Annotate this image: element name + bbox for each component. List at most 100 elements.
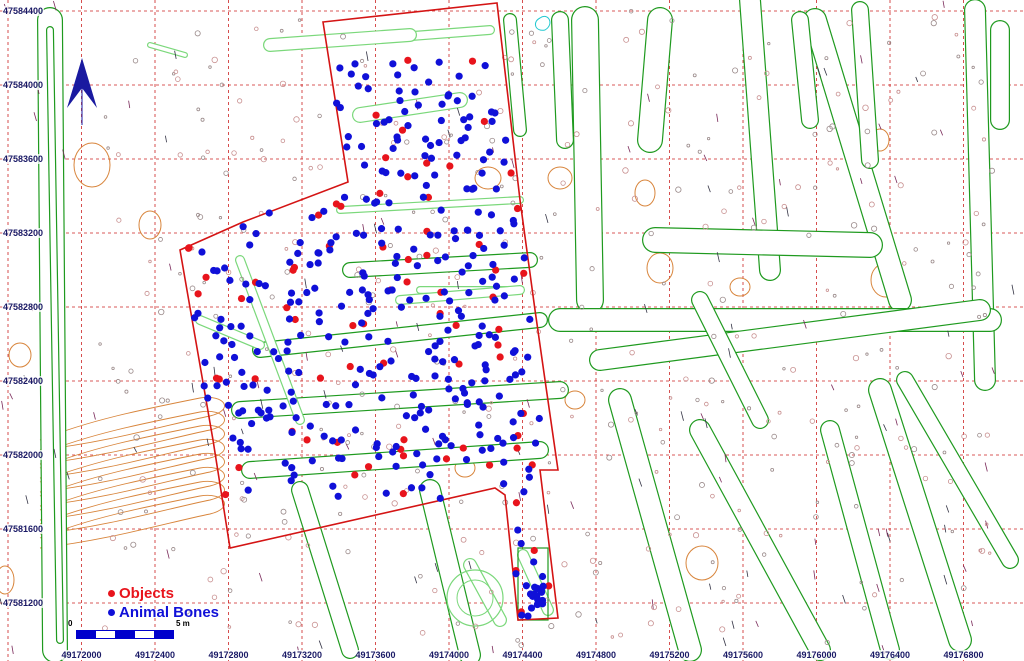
object-point bbox=[332, 200, 341, 208]
y-tick-label: 47583600 bbox=[2, 154, 45, 164]
animal-bone-point bbox=[191, 314, 199, 322]
object-point bbox=[404, 255, 412, 264]
animal-bone-point bbox=[502, 136, 510, 144]
animal-bone-point bbox=[468, 92, 476, 100]
animal-bone-point bbox=[222, 378, 230, 386]
x-tick-label: 49172800 bbox=[208, 650, 249, 660]
animal-bone-point bbox=[485, 331, 493, 339]
animal-bone-point bbox=[375, 452, 383, 461]
animal-bone-point bbox=[198, 248, 206, 256]
animal-bone-point bbox=[254, 406, 262, 414]
animal-bone-point bbox=[438, 100, 446, 108]
animal-bone-point bbox=[500, 241, 508, 249]
animal-bone-point bbox=[265, 209, 273, 217]
animal-bone-point bbox=[530, 558, 538, 566]
animal-bone-point bbox=[457, 137, 465, 145]
animal-bone-point bbox=[246, 296, 254, 304]
animal-bone-point bbox=[346, 288, 354, 296]
animal-bone-point bbox=[404, 122, 412, 130]
animal-bone-point bbox=[435, 440, 443, 448]
animal-bone-point bbox=[402, 412, 410, 420]
animal-bone-point bbox=[525, 473, 533, 481]
excavation-map: 47584400 47584000 47583600 47583200 47582800… bbox=[0, 0, 1024, 661]
animal-bone-point bbox=[397, 169, 405, 177]
object-point bbox=[194, 290, 202, 298]
animal-bone-point bbox=[378, 239, 386, 247]
animal-bone-point bbox=[500, 292, 508, 300]
animal-bone-point bbox=[518, 611, 526, 619]
object-point bbox=[235, 463, 243, 472]
animal-bone-point bbox=[393, 252, 401, 261]
animal-bone-point bbox=[492, 282, 501, 290]
animal-bone-point bbox=[389, 144, 397, 153]
animal-bone-point bbox=[494, 434, 502, 443]
animal-bone-point bbox=[475, 231, 484, 239]
y-tick-label: 47581200 bbox=[2, 598, 45, 608]
animal-bone-point bbox=[416, 409, 424, 417]
legend: Objects Animal Bones bbox=[108, 584, 219, 622]
y-tick-label: 47582000 bbox=[2, 450, 45, 460]
animal-bone-point bbox=[387, 357, 395, 365]
animal-bone-point bbox=[217, 315, 225, 323]
animal-bone-point bbox=[236, 438, 244, 447]
animal-bone-point bbox=[244, 445, 252, 453]
animal-bone-point bbox=[509, 434, 518, 442]
animal-bone-point bbox=[419, 461, 427, 469]
animal-bone-point bbox=[373, 440, 381, 448]
animal-bone-point bbox=[332, 402, 340, 410]
animal-bone-point bbox=[213, 382, 221, 390]
animal-bone-point bbox=[297, 331, 305, 339]
animal-bone-point bbox=[450, 356, 459, 364]
animal-bone-point bbox=[425, 78, 433, 86]
animal-bone-point bbox=[426, 231, 434, 239]
animal-bone-point bbox=[421, 152, 429, 160]
animal-bone-point bbox=[488, 273, 496, 281]
animal-bone-point bbox=[487, 108, 496, 116]
animal-bone-point bbox=[229, 434, 237, 442]
object-point bbox=[372, 111, 380, 119]
object-point bbox=[507, 169, 515, 177]
animal-bone-point bbox=[384, 337, 392, 345]
trench-band-fill bbox=[638, 8, 672, 152]
animal-bone-point bbox=[514, 526, 522, 534]
animal-bone-point bbox=[364, 309, 372, 317]
object-point bbox=[485, 461, 494, 469]
animal-bone-point bbox=[351, 426, 360, 434]
animal-bone-point bbox=[345, 401, 353, 409]
animal-bone-point bbox=[261, 282, 269, 290]
x-tick-label: 49176400 bbox=[869, 650, 911, 660]
animal-bone-point bbox=[311, 284, 319, 292]
animal-bone-point bbox=[500, 480, 508, 488]
animal-bone-point bbox=[389, 60, 397, 68]
animal-bone-point bbox=[431, 171, 439, 179]
object-point bbox=[212, 374, 221, 382]
animal-bone-point bbox=[463, 399, 471, 407]
scale-start-label: 0 bbox=[68, 619, 73, 628]
animal-bone-point bbox=[506, 375, 514, 383]
animal-bone-point bbox=[286, 298, 295, 306]
animal-bone-point bbox=[482, 366, 490, 374]
animal-bone-point bbox=[226, 276, 234, 284]
animal-bone-point bbox=[479, 277, 487, 285]
animal-bone-point bbox=[445, 297, 454, 305]
animal-bone-point bbox=[292, 414, 300, 422]
animal-bone-point bbox=[463, 185, 471, 193]
animal-bone-point bbox=[517, 409, 525, 418]
animal-bone-point bbox=[343, 143, 351, 151]
animal-bone-point bbox=[486, 148, 494, 156]
legend-label-animal-bones: Animal Bones bbox=[119, 604, 220, 621]
animal-bone-point bbox=[462, 455, 471, 464]
object-point bbox=[468, 57, 477, 65]
animal-bone-point bbox=[290, 471, 298, 479]
x-tick-label: 49175600 bbox=[722, 650, 764, 660]
animal-bone-point bbox=[535, 414, 543, 423]
animal-bone-point bbox=[337, 302, 346, 310]
object-point bbox=[382, 154, 390, 162]
animal-bone-point bbox=[344, 133, 352, 141]
animal-bone-point bbox=[474, 208, 482, 216]
animal-bone-point bbox=[413, 450, 421, 458]
object-point bbox=[221, 490, 230, 499]
object-point bbox=[459, 444, 467, 452]
animal-bone-point bbox=[227, 322, 235, 331]
y-tick-label: 47584000 bbox=[2, 80, 45, 90]
